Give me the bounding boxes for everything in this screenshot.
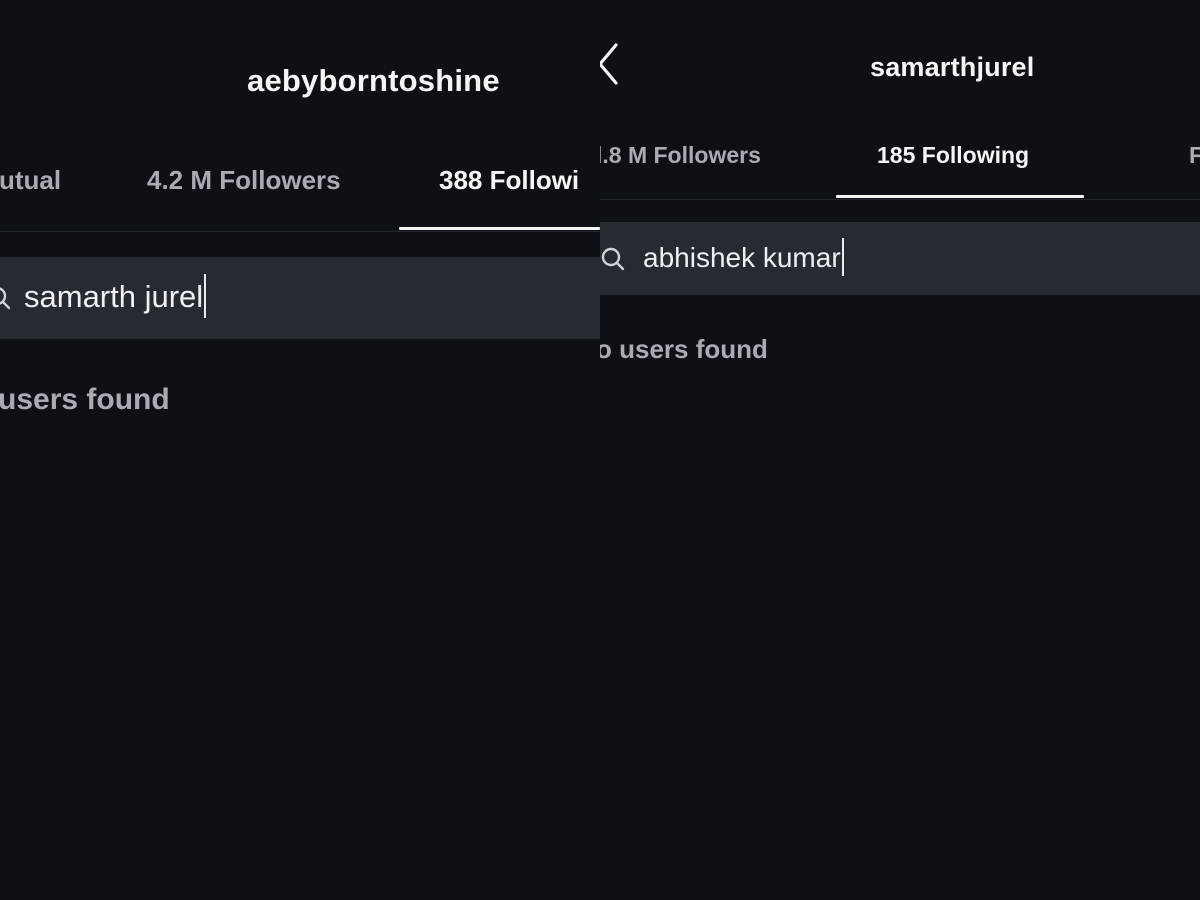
tab-followers[interactable]: l.8 M Followers (600, 142, 761, 169)
search-query-value: abhishek kumar (643, 242, 841, 273)
tab-followers[interactable]: 4.2 M Followers (147, 165, 341, 196)
search-query-text: abhishek kumar (643, 238, 844, 277)
search-query-value: samarth jurel (24, 279, 204, 314)
screen: aebyborntoshine utual 4.2 M Followers 38… (0, 0, 1200, 900)
tabs-divider (0, 231, 600, 232)
chevron-left-icon[interactable] (600, 42, 622, 86)
text-cursor (204, 273, 207, 318)
text-cursor (841, 238, 844, 277)
no-results-message: users found (0, 383, 170, 416)
tab-mutual[interactable]: utual (0, 165, 61, 196)
search-input[interactable]: samarth jurel (0, 257, 600, 339)
active-tab-indicator (399, 227, 600, 230)
no-results-message: o users found (600, 334, 768, 364)
active-tab-indicator (836, 195, 1084, 198)
search-icon (600, 246, 626, 272)
tab-following[interactable]: 185 Following (877, 142, 1029, 169)
search-icon (0, 285, 12, 311)
tab-following[interactable]: 388 Followi (439, 165, 579, 196)
tabs-divider (600, 199, 1200, 200)
search-query-text: samarth jurel (24, 273, 207, 318)
left-profile-panel: aebyborntoshine utual 4.2 M Followers 38… (0, 0, 600, 900)
profile-username-title: aebyborntoshine (247, 63, 500, 98)
profile-username-title: samarthjurel (870, 52, 1035, 82)
search-input[interactable]: abhishek kumar (600, 222, 1200, 295)
right-profile-panel: samarthjurel l.8 M Followers 185 Followi… (600, 0, 1200, 900)
tab-third[interactable]: F (1189, 142, 1200, 169)
